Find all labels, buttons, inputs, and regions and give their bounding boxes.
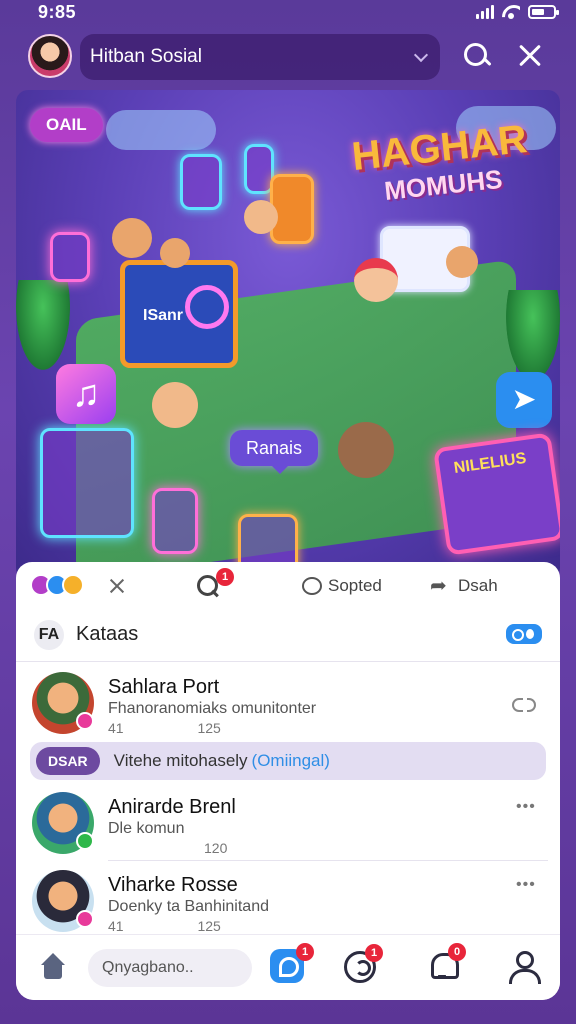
feed-text: Fhanoranomiaks omunitonter <box>108 700 317 717</box>
character-figure <box>160 238 190 268</box>
character-figure <box>446 246 478 278</box>
status-time: 9:85 <box>38 2 77 22</box>
messenger-icon[interactable]: 1 <box>344 944 383 983</box>
comment-button[interactable]: Sopted <box>302 572 382 600</box>
more-icon[interactable] <box>516 798 538 816</box>
profile-icon[interactable] <box>508 951 541 984</box>
reaction-icons[interactable] <box>30 574 100 598</box>
character-figure <box>354 258 398 302</box>
status-dot <box>76 910 94 928</box>
promo-chip[interactable]: DSAR <box>36 747 100 775</box>
status-bar: 9:85 <box>0 0 576 26</box>
status-dot <box>76 712 94 730</box>
speech-bubble[interactable]: Ranais <box>230 430 319 474</box>
notification-badge: 1 <box>365 944 383 962</box>
character-figure <box>112 218 152 258</box>
chat-bubble-icon[interactable]: 1 <box>270 943 314 983</box>
top-bar: Hitban Sosial <box>0 30 576 86</box>
music-note-icon: ♫ <box>56 364 116 424</box>
hero-chip[interactable]: OAIL <box>30 108 103 142</box>
section-icon: FA <box>34 620 64 650</box>
search-icon[interactable] <box>458 38 494 74</box>
comment-label: Sopted <box>328 576 382 595</box>
divider <box>108 860 548 861</box>
board-title: NILELIUS <box>452 449 528 477</box>
monitor-label: ISanr <box>143 307 184 324</box>
monitor-ring <box>185 285 229 329</box>
monitor-screen: ISanr <box>120 260 238 368</box>
action-row: 1 Sopted Dsah <box>16 562 560 610</box>
character-figure <box>152 382 198 428</box>
feed-text: Dle komun <box>108 820 185 837</box>
plant-decoration <box>506 290 560 380</box>
cloud-shape <box>106 110 216 150</box>
feed-count: 125 <box>197 720 221 736</box>
feed-name: Anirarde Brenl <box>108 796 236 818</box>
feed-meta: 41 125 <box>108 918 221 934</box>
list-item[interactable]: Anirarde Brenl Dle komun 120 <box>16 784 560 864</box>
floating-card <box>40 428 134 538</box>
app-name: Hitban Sosial <box>90 46 202 67</box>
laugh-reaction-icon <box>62 574 84 596</box>
floating-card <box>270 174 314 244</box>
promo-text: Vitehe mitohasely <box>113 751 248 770</box>
share-icon <box>430 573 452 598</box>
battery-icon <box>528 5 559 19</box>
feed-count: 120 <box>204 840 228 856</box>
hero-illustration: OAIL HAGHAR MOMUHS ISanr ♫ ➤ Ranais NILE… <box>16 90 560 580</box>
close-icon[interactable] <box>108 577 126 595</box>
link-icon[interactable] <box>512 698 536 712</box>
app-selector[interactable]: Hitban Sosial <box>80 34 440 80</box>
list-item[interactable]: Sahlara Port Fhanoranomiaks omunitonter … <box>16 664 560 744</box>
share-label: Dsah <box>458 576 498 595</box>
floating-card <box>50 232 90 282</box>
notification-badge: 0 <box>448 943 466 961</box>
section-header: FA Kataas <box>16 610 560 662</box>
bell-icon[interactable]: 0 <box>428 943 466 981</box>
feed-count: 125 <box>197 918 221 934</box>
more-icon[interactable] <box>516 876 538 894</box>
plant-decoration <box>16 280 70 370</box>
share-button[interactable]: Dsah <box>430 572 498 600</box>
notification-badge: 1 <box>216 568 234 586</box>
feed-text: Doenky ta Banhinitand <box>108 898 269 915</box>
status-dot <box>76 832 94 850</box>
comment-icon <box>302 577 322 595</box>
feed-meta-left: 41 <box>108 918 124 934</box>
floating-card <box>180 154 222 210</box>
game-board: NILELIUS <box>433 432 560 556</box>
user-avatar[interactable] <box>28 34 72 78</box>
close-icon[interactable] <box>514 38 550 74</box>
signal-icon <box>476 5 494 19</box>
bottom-nav: Qnyagbano.. 1 1 0 <box>16 934 560 1000</box>
promo-accent[interactable]: (Omiingal) <box>252 751 330 771</box>
feed-name: Viharke Rosse <box>108 874 238 896</box>
section-title: Kataas <box>76 623 139 645</box>
zoom-icon[interactable]: 1 <box>196 568 234 598</box>
promo-banner[interactable]: DSAR Vitehe mitohasely (Omiingal) <box>30 742 546 780</box>
feed-meta: 120 <box>108 840 227 856</box>
bottom-search-input[interactable]: Qnyagbano.. <box>88 949 252 987</box>
view-toggle[interactable] <box>506 624 542 644</box>
list-item[interactable]: Viharke Rosse Doenky ta Banhinitand 41 1… <box>16 862 560 942</box>
floating-card <box>152 488 198 554</box>
feed-meta-left: 41 <box>108 720 124 736</box>
home-icon[interactable] <box>38 953 68 981</box>
wifi-icon <box>502 5 520 19</box>
status-icons <box>476 5 559 19</box>
hero-title: HAGHAR MOMUHS <box>343 117 539 207</box>
notification-badge: 1 <box>296 943 314 961</box>
feed-name: Sahlara Port <box>108 676 220 698</box>
arrow-tile-icon: ➤ <box>496 372 552 428</box>
chevron-down-icon <box>413 47 429 63</box>
character-figure <box>244 200 278 234</box>
bear-figure <box>338 422 394 478</box>
feed-meta: 41 125 <box>108 720 221 736</box>
